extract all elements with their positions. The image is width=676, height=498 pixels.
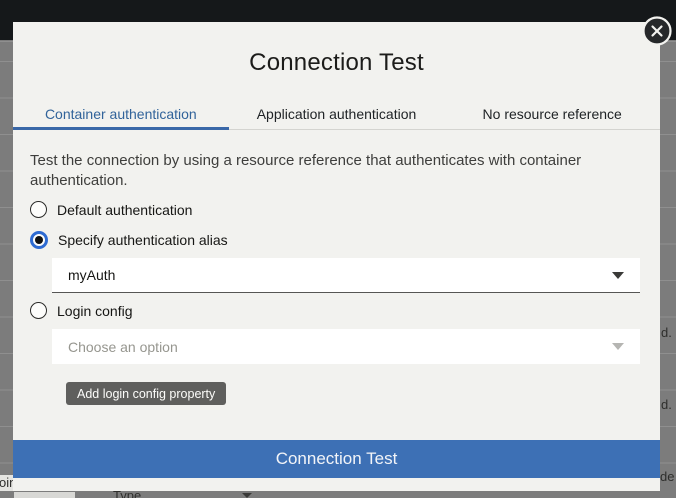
radio-label: Login config bbox=[57, 303, 133, 319]
connection-test-button[interactable]: Connection Test bbox=[13, 440, 660, 478]
close-button[interactable] bbox=[642, 16, 672, 46]
radio-login-config[interactable]: Login config bbox=[30, 302, 133, 319]
background-text-fragment-right-3: de bbox=[660, 470, 674, 484]
chevron-down-icon bbox=[612, 272, 624, 279]
add-login-config-property-button[interactable]: Add login config property bbox=[66, 382, 226, 405]
radio-label: Default authentication bbox=[57, 202, 192, 218]
dropdown-placeholder: Choose an option bbox=[68, 339, 178, 355]
background-text-fragment-right-2: d. bbox=[661, 398, 672, 412]
background-text-fragment-oint: oint bbox=[0, 476, 13, 490]
dropdown-selected-value: myAuth bbox=[68, 267, 115, 283]
close-icon bbox=[642, 16, 672, 46]
tab-container-authentication[interactable]: Container authentication bbox=[13, 98, 229, 129]
dialog-title: Connection Test bbox=[13, 49, 660, 77]
radio-specify-authentication-alias[interactable]: Specify authentication alias bbox=[30, 231, 228, 249]
background-left-text-band: oint bbox=[0, 475, 13, 491]
background-chevron-down-icon bbox=[242, 493, 252, 498]
tab-label: No resource reference bbox=[483, 106, 622, 122]
tab-label: Container authentication bbox=[45, 106, 197, 122]
screen: oint d. d. de Type Connection Test Conta… bbox=[0, 0, 676, 498]
dialog-description: Test the connection by using a resource … bbox=[30, 151, 590, 191]
authentication-alias-dropdown[interactable]: myAuth bbox=[52, 258, 640, 293]
login-config-dropdown[interactable]: Choose an option bbox=[52, 329, 640, 364]
radio-button-icon[interactable] bbox=[30, 201, 47, 218]
authentication-tabs: Container authentication Application aut… bbox=[13, 98, 660, 130]
radio-label: Specify authentication alias bbox=[58, 232, 228, 248]
radio-button-icon[interactable] bbox=[30, 302, 47, 319]
background-select-stub bbox=[14, 492, 75, 498]
tab-label: Application authentication bbox=[257, 106, 417, 122]
chevron-down-icon bbox=[612, 343, 624, 350]
connection-test-dialog: Connection Test Container authentication… bbox=[13, 22, 660, 491]
radio-button-selected-icon[interactable] bbox=[30, 231, 48, 249]
tab-application-authentication[interactable]: Application authentication bbox=[229, 98, 445, 129]
radio-default-authentication[interactable]: Default authentication bbox=[30, 201, 192, 218]
tab-no-resource-reference[interactable]: No resource reference bbox=[444, 98, 660, 129]
background-text-fragment-right-1: d. bbox=[661, 326, 672, 340]
